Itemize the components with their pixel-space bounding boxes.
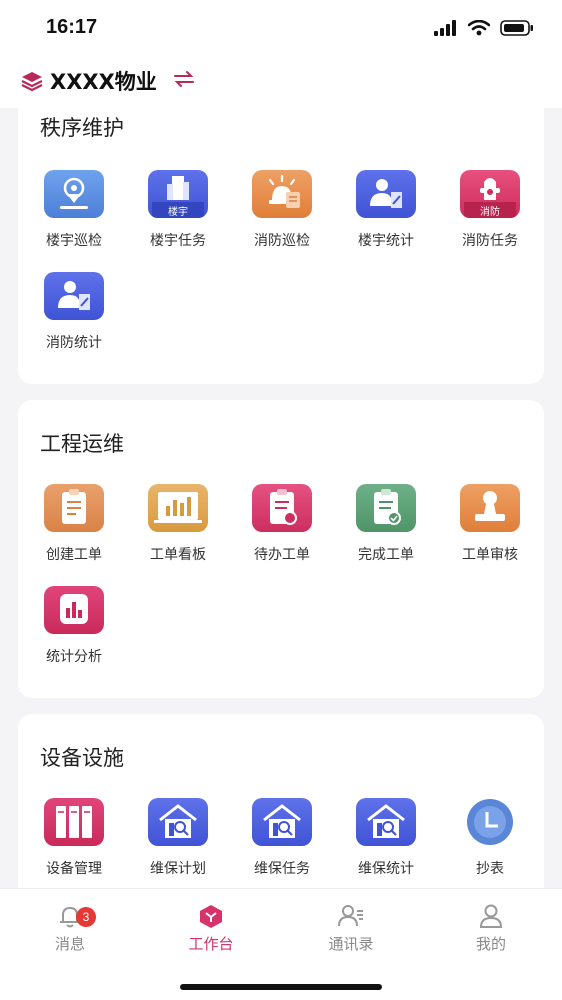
- layers-icon: [21, 72, 43, 92]
- section-engineering: 工程运维 创建工单 工单看板 待办工单 完成工单 工单审核 统计分析: [18, 400, 544, 698]
- tile-label: 楼宇巡检: [46, 233, 102, 249]
- building-icon: 楼宇: [148, 170, 208, 218]
- tile-label: 工单看板: [150, 547, 206, 563]
- tile-completed-ticket[interactable]: 完成工单: [334, 484, 438, 564]
- signal-icon: [434, 20, 456, 36]
- tile-label: 待办工单: [254, 547, 310, 563]
- tile-ticket-board[interactable]: 工单看板: [126, 484, 230, 564]
- tile-label: 维保统计: [358, 861, 414, 877]
- user-icon: [479, 904, 503, 928]
- tab-profile[interactable]: 我的: [441, 903, 541, 954]
- bar-chart-icon: [44, 586, 104, 634]
- wifi-icon: [468, 20, 490, 36]
- tile-create-ticket[interactable]: 创建工单: [22, 484, 126, 564]
- message-badge: 3: [76, 907, 96, 927]
- clipboard-pending-icon: [252, 484, 312, 532]
- tile-building-stats[interactable]: 楼宇统计: [334, 170, 438, 250]
- house-search-icon: [356, 798, 416, 846]
- switch-icon[interactable]: [172, 70, 196, 88]
- tile-label: 完成工单: [358, 547, 414, 563]
- icon-tag: 消防: [480, 207, 500, 218]
- tile-label: 消防任务: [462, 233, 518, 249]
- status-bar: 16:17: [0, 0, 562, 56]
- tile-building-inspection[interactable]: 楼宇巡检: [22, 170, 126, 250]
- tab-label: 消息: [54, 935, 85, 953]
- status-time: 16:17: [46, 16, 98, 38]
- tile-meter-reading[interactable]: 抄表: [438, 798, 542, 878]
- tile-maintenance-task[interactable]: 维保任务: [230, 798, 334, 878]
- tab-messages[interactable]: 3 消息: [20, 903, 120, 954]
- tile-ticket-review[interactable]: 工单审核: [438, 484, 542, 564]
- tile-label: 消防巡检: [254, 233, 310, 249]
- meter-clock-icon: [460, 798, 520, 846]
- section-title: 秩序维护: [40, 116, 124, 140]
- tile-fire-inspection[interactable]: 消防巡检: [230, 170, 334, 250]
- tile-label: 创建工单: [46, 547, 102, 563]
- clipboard-check-icon: [356, 484, 416, 532]
- tile-label: 楼宇统计: [358, 233, 414, 249]
- tile-label: 楼宇任务: [150, 233, 206, 249]
- tab-workbench[interactable]: 工作台: [161, 903, 261, 954]
- location-pin-icon: [44, 170, 104, 218]
- system-icons: [434, 20, 534, 36]
- tile-equipment-management[interactable]: 设备管理: [22, 798, 126, 878]
- bottom-tab-bar: 3 消息 工作台 通讯录 我的: [0, 888, 562, 1000]
- tile-label: 抄表: [476, 861, 504, 877]
- tile-label: 维保计划: [150, 861, 206, 877]
- section-order-maintenance: 秩序维护 楼宇巡检 楼宇 楼宇任务 消防巡检 楼宇统计 消防 消防任务 消防统计: [18, 94, 544, 384]
- tile-label: 统计分析: [46, 649, 102, 665]
- icon-tag: 楼宇: [168, 207, 188, 218]
- tile-fire-stats[interactable]: 消防统计: [22, 272, 126, 352]
- tile-label: 设备管理: [46, 861, 102, 877]
- stamp-icon: [460, 484, 520, 532]
- tile-building-task[interactable]: 楼宇 楼宇任务: [126, 170, 230, 250]
- person-report-icon: [44, 272, 104, 320]
- workbench-icon: [200, 905, 222, 928]
- board-chart-icon: [148, 484, 208, 532]
- house-search-icon: [148, 798, 208, 846]
- tile-statistics-analysis[interactable]: 统计分析: [22, 586, 126, 666]
- clipboard-icon: [44, 484, 104, 532]
- tile-pending-ticket[interactable]: 待办工单: [230, 484, 334, 564]
- tile-label: 维保任务: [254, 861, 310, 877]
- home-indicator[interactable]: [180, 984, 382, 990]
- tile-maintenance-stats[interactable]: 维保统计: [334, 798, 438, 878]
- tab-label: 我的: [475, 935, 506, 953]
- battery-icon: [500, 20, 533, 36]
- section-title: 工程运维: [40, 432, 124, 456]
- person-report-icon: [356, 170, 416, 218]
- alarm-light-icon: [252, 170, 312, 218]
- tile-label: 工单审核: [462, 547, 518, 563]
- section-equipment: 设备设施 设备管理 维保计划 维保任务 维保统计 抄表: [18, 714, 544, 914]
- tile-label: 消防统计: [46, 335, 102, 351]
- tab-label: 工作台: [188, 935, 234, 953]
- cabinet-icon: [44, 798, 104, 846]
- tile-fire-task[interactable]: 消防 消防任务: [438, 170, 542, 250]
- section-title: 设备设施: [40, 746, 124, 770]
- house-search-icon: [252, 798, 312, 846]
- tile-maintenance-plan[interactable]: 维保计划: [126, 798, 230, 878]
- contacts-icon: [338, 905, 363, 927]
- fire-hydrant-icon: 消防: [460, 170, 520, 218]
- property-title: XXXX物业: [50, 70, 157, 94]
- tab-contacts[interactable]: 通讯录: [301, 903, 401, 954]
- tab-label: 通讯录: [328, 935, 374, 953]
